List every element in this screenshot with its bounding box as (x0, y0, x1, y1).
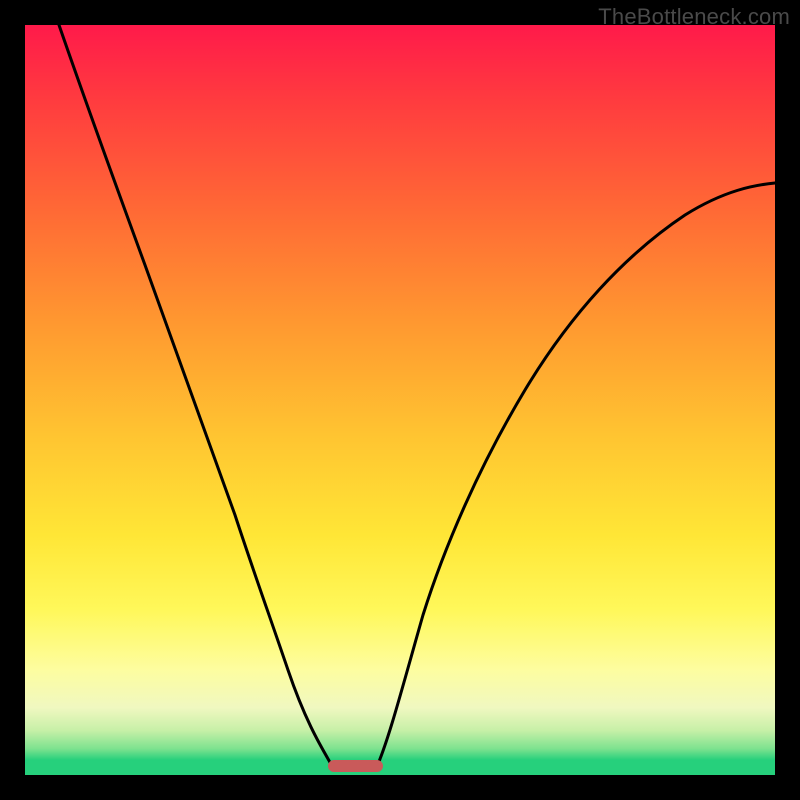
right-curve (378, 183, 775, 764)
left-curve (59, 25, 331, 764)
watermark-text: TheBottleneck.com (598, 4, 790, 30)
outer-frame: TheBottleneck.com (0, 0, 800, 800)
optimal-marker (328, 760, 383, 772)
chart-curves (25, 25, 775, 775)
